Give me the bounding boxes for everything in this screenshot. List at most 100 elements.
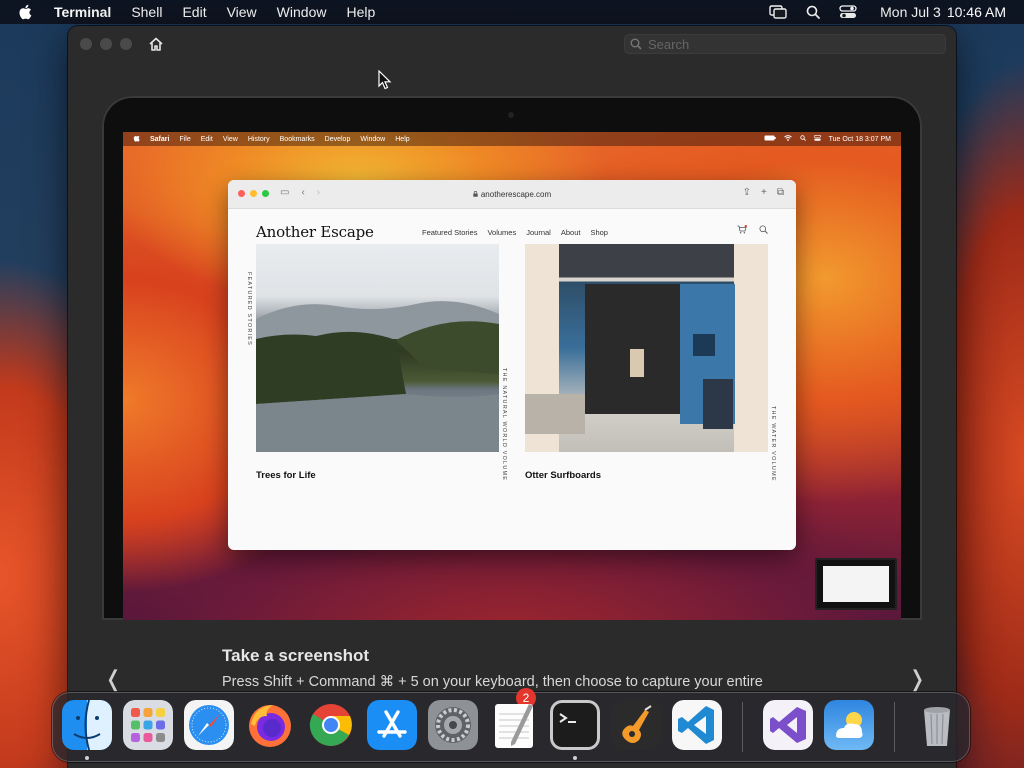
mouse-pointer-icon [378,69,392,95]
illustration-app-name: Safari [150,135,170,143]
safari-nav-controls: ▭ ‹ › [280,187,320,198]
story-card: Otter Surfboards [525,244,768,481]
illustration-menu-item: Bookmarks [279,135,315,143]
search-placeholder: Search [648,36,690,52]
new-tab-icon: + [761,187,767,198]
spotlight-search-icon[interactable] [804,5,822,19]
menu-view[interactable]: View [227,4,257,20]
illustration-menu-item: Edit [200,135,213,143]
app-store-icon[interactable] [367,700,417,750]
menu-clock[interactable]: Mon Jul 3 10:46 AM [874,4,1006,20]
search-field[interactable]: Search [624,34,946,54]
dock-separator [894,702,895,752]
menu-bar: Terminal Shell Edit View Window Help Mon… [0,0,1024,24]
illustration-menu-bar: Safari File Edit View History Bookmarks … [123,132,901,146]
running-indicator [85,756,89,760]
zoom-button[interactable] [120,38,132,50]
clock-date: Mon Jul 3 [880,4,941,20]
firefox-icon[interactable] [245,700,295,750]
side-label-volume: The Natural World Volume [501,368,507,482]
clock-time: 10:46 AM [946,4,1006,20]
wifi-icon [783,135,792,143]
site-icons [737,225,768,236]
menu-edit[interactable]: Edit [182,4,206,20]
tips-window: Search Safari File Edit View History Boo… [68,26,956,768]
safari-tools: ⇪ + ⧉ [743,187,784,198]
illustration-apple-icon [133,134,140,144]
site-nav-item: Volumes [487,228,517,237]
dock: 2 [52,688,970,762]
trash-icon[interactable] [912,700,962,750]
sidebar-toggle-icon: ▭ [280,187,290,198]
home-icon[interactable] [148,36,166,52]
visual-studio-icon[interactable] [763,700,813,750]
chrome-icon[interactable] [306,700,356,750]
system-settings-icon[interactable] [428,700,478,750]
tip-body: Press Shift + Command ⌘ + 5 on your keyb… [222,674,763,690]
finder-icon[interactable] [62,700,112,750]
terminal-icon[interactable] [550,700,600,750]
site-search-icon [759,225,768,236]
card-title: Trees for Life [256,470,316,481]
control-center-icon[interactable] [839,5,857,19]
forest-lake-image [256,244,499,452]
safari-icon[interactable] [184,700,234,750]
cart-icon [737,225,747,236]
safari-zoom-dot [262,190,269,197]
illustration-menu-item: File [179,135,191,143]
menu-app-name[interactable]: Terminal [54,4,111,20]
illustration-search-icon [799,135,806,143]
illustration-menu-item: View [222,135,238,143]
site-nav-item: About [560,228,581,237]
card-title: Otter Surfboards [525,470,602,481]
illustration-menu-item: Help [395,135,410,143]
share-icon: ⇪ [742,187,752,198]
illustration-menu-item: History [247,135,270,143]
apple-menu-icon[interactable] [18,4,34,20]
safari-minimize-dot [250,190,257,197]
surf-shop-image [525,244,768,452]
laptop-screen: Safari File Edit View History Bookmarks … [123,132,901,620]
site-nav-item: Featured Stories [422,228,478,237]
menu-help[interactable]: Help [346,4,375,20]
previous-tip-button[interactable]: ❬ [104,666,122,692]
thumbnail-preview [823,566,889,602]
garageband-icon[interactable] [611,700,661,750]
safari-toolbar: ▭ ‹ › anotherescape.com ⇪ + ⧉ [228,180,796,209]
illustration-control-center-icon [813,135,821,143]
illustration-menu-item: Window [360,135,386,143]
safari-window-controls [238,190,269,197]
forward-icon: › [316,187,321,198]
back-icon: ‹ [301,187,305,198]
camera-dot [508,112,514,118]
menu-shell[interactable]: Shell [131,4,162,20]
side-label-volume: The Water Volume [770,406,776,482]
battery-icon [764,135,776,143]
site-nav-item: Shop [590,228,608,237]
close-button[interactable] [80,38,92,50]
site-nav-item: Journal [526,228,551,237]
window-controls [80,38,132,50]
weather-icon[interactable] [824,700,874,750]
next-tip-button[interactable]: ❭ [908,666,926,692]
vscode-icon[interactable] [672,700,722,750]
running-indicator [573,756,577,760]
laptop-illustration: Safari File Edit View History Bookmarks … [102,96,922,620]
site-nav: Featured Stories Volumes Journal About S… [422,228,608,237]
illustration-menu-item: Develop [324,135,351,143]
window-titlebar: Search [68,26,956,62]
tab-overview-icon: ⧉ [776,187,784,198]
textedit-icon[interactable] [489,700,539,750]
minimize-button[interactable] [100,38,112,50]
menu-window[interactable]: Window [277,4,327,20]
site-logo: Another Escape [256,223,374,241]
illustration-clock: Tue Oct 18 3:07 PM [828,135,891,143]
safari-url: anotherescape.com [480,189,552,199]
launchpad-icon[interactable] [123,700,173,750]
side-label-featured: Featured Stories [246,272,252,347]
safari-close-dot [238,190,245,197]
tip-title: Take a screenshot [222,646,370,665]
safari-address-bar: anotherescape.com [412,187,612,201]
story-card: Trees for Life [256,244,499,481]
screen-mirroring-icon[interactable] [769,5,787,19]
